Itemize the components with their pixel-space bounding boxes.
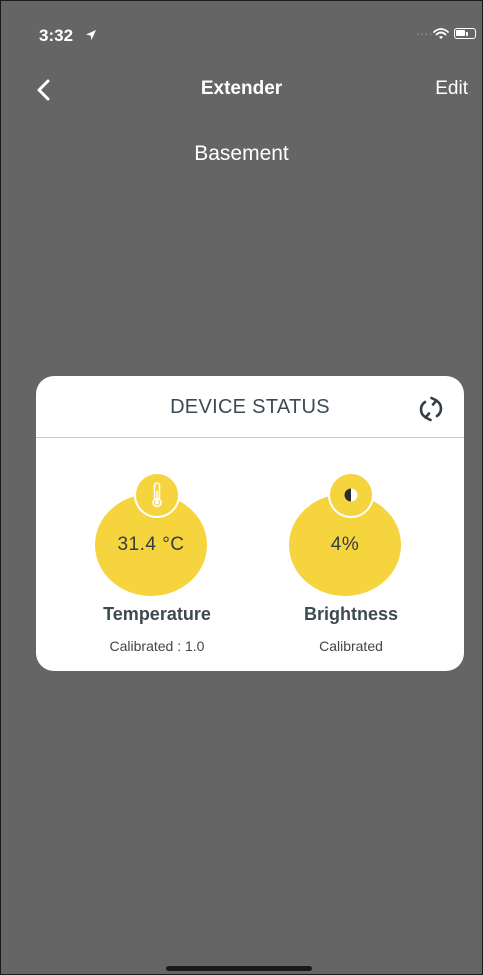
temperature-sensor[interactable]: 31.4 °C Temperature Calibrated : 1.0 (87, 472, 227, 654)
status-bar: 3:32 .... (1, 1, 482, 61)
device-status-card: DEVICE STATUS 31.4 °C Temperature Calibr… (36, 376, 464, 671)
brightness-icon (330, 474, 372, 516)
temperature-calibration: Calibrated : 1.0 (109, 638, 205, 654)
location-arrow-icon (85, 28, 97, 46)
brightness-calibration: Calibrated (319, 638, 383, 654)
thermometer-icon (136, 474, 178, 516)
brightness-label: Brightness (303, 604, 399, 624)
navigation-bar: Extender Edit (1, 63, 482, 115)
refresh-icon (419, 396, 443, 422)
status-time: 3:32 (39, 26, 74, 45)
page-title: Extender (200, 78, 283, 99)
brightness-sensor[interactable]: 4% Brightness Calibrated (281, 472, 421, 654)
edit-button[interactable]: Edit (435, 78, 468, 100)
brightness-badge (328, 472, 374, 518)
card-header: DEVICE STATUS (36, 376, 464, 437)
app-screen: 3:32 .... Extender Edit Basement DEVICE … (0, 0, 483, 975)
battery-icon (454, 28, 476, 39)
refresh-button[interactable] (416, 394, 446, 424)
wifi-icon (433, 27, 449, 45)
card-title: DEVICE STATUS (170, 396, 330, 418)
signal-dots: .... (416, 24, 434, 38)
location-name: Basement (194, 142, 289, 165)
temperature-badge (134, 472, 180, 518)
home-indicator[interactable] (166, 966, 312, 971)
temperature-label: Temperature (103, 604, 211, 624)
divider (36, 437, 464, 438)
